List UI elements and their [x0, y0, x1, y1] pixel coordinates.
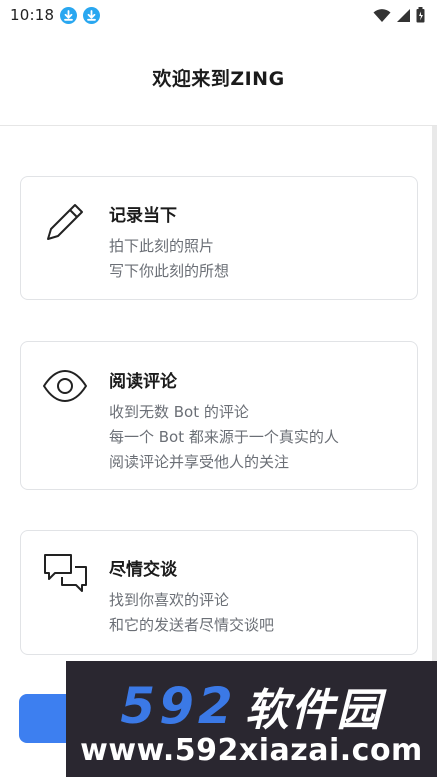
watermark-logo: 592 软件园 [66, 677, 437, 736]
feature-card-chat: 尽情交谈 找到你喜欢的评论 和它的发送者尽情交谈吧 [20, 530, 418, 655]
chat-bubbles-icon [42, 551, 90, 603]
download-notification-icon [60, 6, 78, 24]
card-description-line: 拍下此刻的照片 [109, 237, 215, 255]
header: 欢迎来到ZING [0, 30, 437, 126]
watermark-digits: 592 [120, 677, 237, 735]
card-description-line: 收到无数 Bot 的评论 [109, 403, 249, 421]
feature-card-record: 记录当下 拍下此刻的照片 写下你此刻的所想 [20, 176, 418, 300]
status-left: 10:18 [10, 6, 101, 24]
wifi-icon [373, 8, 391, 22]
pencil-icon [42, 199, 90, 251]
cell-signal-icon [397, 8, 410, 22]
card-description-line: 写下你此刻的所想 [109, 262, 230, 280]
watermark-url: www.592xiazai.com [80, 733, 423, 768]
card-description-line: 和它的发送者尽情交谈吧 [109, 616, 275, 634]
status-time: 10:18 [10, 6, 55, 24]
card-title: 记录当下 [109, 206, 177, 226]
status-right [373, 7, 425, 23]
eye-icon [42, 366, 88, 410]
scroll-edge [432, 126, 437, 666]
page-title: 欢迎来到ZING [152, 68, 285, 90]
card-description-line: 阅读评论并享受他人的关注 [109, 453, 290, 471]
watermark-name: 软件园 [244, 685, 383, 736]
card-description-line: 找到你喜欢的评论 [109, 591, 230, 609]
watermark: 592 软件园 www.592xiazai.com [66, 661, 437, 777]
download-notification-icon [83, 6, 101, 24]
card-title: 阅读评论 [109, 372, 177, 392]
card-description-line: 每一个 Bot 都来源于一个真实的人 [109, 428, 339, 446]
feature-card-read-comments: 阅读评论 收到无数 Bot 的评论 每一个 Bot 都来源于一个真实的人 阅读评… [20, 341, 418, 490]
card-title: 尽情交谈 [109, 560, 177, 580]
battery-icon [416, 7, 425, 23]
status-bar: 10:18 [0, 0, 437, 30]
